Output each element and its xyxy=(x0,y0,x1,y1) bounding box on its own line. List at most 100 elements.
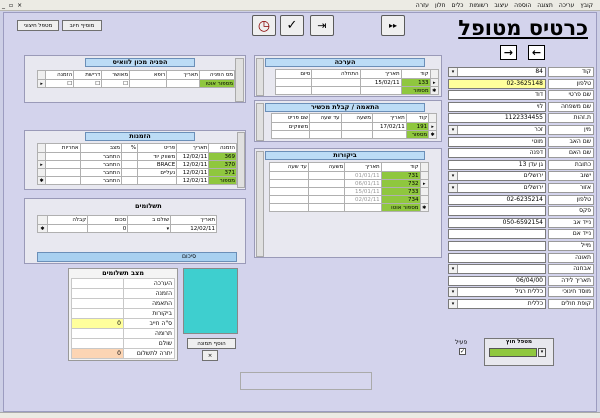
cell[interactable]: מספור xyxy=(208,176,237,185)
field-input[interactable]: דפנה xyxy=(448,148,546,159)
row-pointer-icon[interactable] xyxy=(419,187,430,196)
cell[interactable] xyxy=(307,179,346,188)
next-record-button[interactable]: ▸▸ xyxy=(381,15,405,36)
field-input[interactable]: ▾ xyxy=(448,264,546,275)
cell[interactable]: 191 xyxy=(405,122,430,131)
cell[interactable] xyxy=(166,79,201,88)
row-pointer-icon[interactable]: ▸ xyxy=(36,79,47,88)
row-pointer-icon[interactable]: ▸ xyxy=(419,179,430,188)
menu-insert[interactable]: הוספה xyxy=(511,2,534,9)
cell[interactable]: 01/01/11 xyxy=(344,171,382,180)
cell[interactable] xyxy=(309,130,342,139)
cell[interactable] xyxy=(307,203,346,212)
table-row[interactable]: ▸ 732 06/01/11 xyxy=(269,179,430,188)
cell[interactable] xyxy=(269,203,309,212)
cell[interactable]: משווק יוד xyxy=(137,152,178,161)
cell[interactable] xyxy=(47,224,89,233)
cell[interactable] xyxy=(45,160,81,169)
dropdown-icon[interactable]: ▾ xyxy=(450,173,456,180)
cell[interactable] xyxy=(270,130,311,139)
field-input[interactable]: כללית רגיל ▾ xyxy=(448,287,546,298)
field-input[interactable]: 02-6235214 xyxy=(448,194,546,205)
row-pointer-icon[interactable]: ▸ xyxy=(36,160,47,169)
cell[interactable] xyxy=(274,86,313,95)
cell[interactable] xyxy=(120,168,139,177)
cell[interactable] xyxy=(311,86,361,95)
cell[interactable]: התחבר xyxy=(79,152,123,161)
cell[interactable] xyxy=(120,160,139,169)
cell[interactable]: 733 xyxy=(380,187,421,196)
menu-help[interactable]: עזרה xyxy=(413,2,432,9)
row-pointer-icon[interactable]: ▸ xyxy=(428,122,437,131)
checkbox-cell[interactable]: ☐ xyxy=(101,79,131,88)
assessment-scrollbar[interactable] xyxy=(256,58,264,96)
field-input[interactable]: זכר ▾ xyxy=(448,124,546,135)
menu-format[interactable]: עיצוב xyxy=(491,2,511,9)
row-pointer-icon[interactable]: ✱ xyxy=(36,224,49,233)
table-row[interactable]: 734 02/02/11 xyxy=(269,195,430,204)
row-pointer-icon[interactable] xyxy=(36,168,47,177)
field-input[interactable] xyxy=(448,206,546,217)
field-input[interactable] xyxy=(448,252,546,263)
cell[interactable]: מספור xyxy=(405,130,430,139)
cell[interactable]: 0 xyxy=(87,224,129,233)
field-input[interactable] xyxy=(448,240,546,251)
row-pointer-icon[interactable]: ✱ xyxy=(419,203,430,212)
row-pointer-icon[interactable]: ✱ xyxy=(429,86,440,95)
row-pointer-icon[interactable] xyxy=(419,171,430,180)
cell[interactable]: נעליים xyxy=(137,168,178,177)
previous-record-button[interactable]: ← xyxy=(528,45,545,60)
cell[interactable] xyxy=(269,179,309,188)
table-row[interactable]: ✱ מספור xyxy=(270,130,437,139)
field-input[interactable]: גן עדן 13 xyxy=(448,159,546,170)
cell[interactable]: 12/02/11 xyxy=(170,224,217,233)
field-input[interactable]: ירושלים ▾ xyxy=(448,171,546,182)
cell[interactable]: 369 xyxy=(208,152,237,161)
dropdown-icon[interactable]: ▾ xyxy=(538,348,546,357)
add-photo-button[interactable]: הוסף תמונה xyxy=(187,338,236,349)
cell[interactable] xyxy=(274,78,313,87)
cell[interactable] xyxy=(359,86,402,95)
cell[interactable] xyxy=(340,122,374,131)
minimize-icon[interactable]: _ xyxy=(0,2,7,9)
table-row[interactable]: מספור 12/02/11 התחבר ✱ xyxy=(36,176,237,185)
checkbox-cell[interactable]: ☐ xyxy=(73,79,103,88)
cell[interactable] xyxy=(120,176,139,185)
table-row[interactable]: ✱ מספור xyxy=(274,86,440,95)
cell[interactable]: משווקים xyxy=(270,122,311,131)
cell[interactable]: 12/02/11 xyxy=(176,152,210,161)
cell[interactable]: 12/02/11 xyxy=(176,160,210,169)
field-input[interactable]: לוי xyxy=(448,101,546,112)
clock-button[interactable]: ◷ xyxy=(252,15,276,36)
cell[interactable] xyxy=(340,130,374,139)
row-pointer-icon[interactable] xyxy=(36,152,47,161)
cell[interactable]: 06/01/11 xyxy=(344,179,382,188)
external-therapist-select[interactable] xyxy=(489,348,537,357)
checkbox-cell[interactable]: ☐ xyxy=(45,79,75,88)
cell[interactable] xyxy=(137,176,178,185)
field-input[interactable]: דוד xyxy=(448,90,546,101)
cell[interactable]: 15/02/11 xyxy=(359,78,402,87)
dropdown-icon[interactable]: ▾ xyxy=(167,226,170,232)
save-button[interactable]: ✓ xyxy=(280,15,304,36)
field-input[interactable]: 050-6592154 xyxy=(448,217,546,228)
external-therapist-button[interactable]: מטפל חיצוני xyxy=(17,20,59,31)
next-record-arrow-button[interactable]: → xyxy=(500,45,517,60)
notes-field[interactable] xyxy=(240,372,372,390)
dropdown-icon[interactable]: ▾ xyxy=(450,289,456,296)
field-input[interactable]: כללית ▾ xyxy=(448,298,546,309)
orders-scrollbar[interactable] xyxy=(237,132,245,188)
cell[interactable] xyxy=(307,187,346,196)
table-row[interactable]: מספור אוטו ☐ ☐ ☐ ▸ xyxy=(36,79,235,88)
cell[interactable]: 12/02/11 xyxy=(176,168,210,177)
field-input[interactable]: 06/04/00 xyxy=(448,275,546,286)
menu-window[interactable]: חלון xyxy=(432,2,449,9)
cell[interactable] xyxy=(269,187,309,196)
cell[interactable]: 732 xyxy=(380,179,421,188)
field-input[interactable]: 84 ▾ xyxy=(448,67,546,77)
table-row[interactable]: 733 15/01/11 xyxy=(269,187,430,196)
cell[interactable] xyxy=(372,130,407,139)
table-row[interactable]: 371 12/02/11 נעליים התחבר xyxy=(36,168,237,177)
cell[interactable] xyxy=(269,195,309,204)
add-billing-button[interactable]: מוסיף חיוב xyxy=(62,20,102,31)
